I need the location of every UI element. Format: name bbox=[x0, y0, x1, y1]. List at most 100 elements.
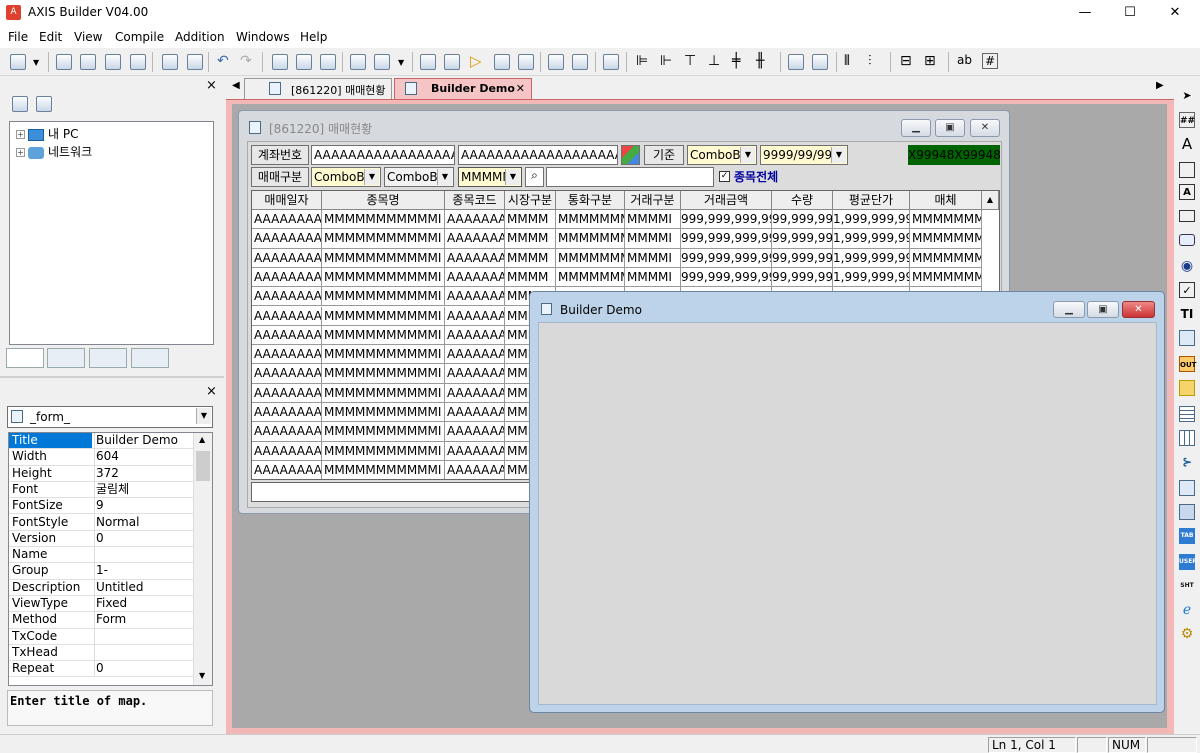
grid-cell[interactable]: AAAAAAAAA bbox=[252, 441, 322, 461]
tab-861220[interactable]: [861220] 매매현황 bbox=[244, 78, 392, 99]
grid-cell[interactable]: MMMMMMMMMMMI bbox=[322, 248, 445, 268]
grid-cell[interactable]: MMMMMMMMMMMI bbox=[322, 267, 445, 288]
run-icon[interactable]: ▷ bbox=[470, 52, 482, 70]
open-book-icon[interactable] bbox=[374, 54, 390, 70]
settings-tool-icon[interactable]: ⚙ bbox=[1179, 626, 1195, 642]
grid-cell[interactable]: MMMMMMMMMMMI bbox=[322, 460, 445, 479]
demo-minimize-button[interactable]: ▁ bbox=[1053, 301, 1085, 318]
close-panel-icon[interactable]: × bbox=[206, 78, 217, 93]
property-value[interactable] bbox=[94, 628, 96, 645]
property-row[interactable]: ViewType Fixed bbox=[9, 596, 195, 613]
property-row[interactable]: Version 0 bbox=[9, 530, 195, 548]
account-name-field[interactable]: AAAAAAAAAAAAAAAAAAAAA bbox=[458, 145, 618, 165]
grid-toggle-icon[interactable]: # bbox=[982, 53, 999, 69]
grid-cell[interactable]: AAAAAAAAA bbox=[252, 364, 322, 384]
demo-restore-button[interactable]: ▣ bbox=[1087, 301, 1119, 318]
grid-cell[interactable]: 1,999,999,999 bbox=[833, 248, 910, 268]
grid-cell[interactable]: 99,999,999 bbox=[772, 210, 833, 230]
grid-cell[interactable]: MMMMMMMMMMMI bbox=[322, 229, 445, 249]
property-value[interactable]: 0 bbox=[94, 661, 104, 678]
grid-cell[interactable]: AAAAAAAAA bbox=[252, 383, 322, 403]
grid-header[interactable]: 매체 bbox=[910, 191, 982, 210]
grid-cell[interactable]: MMMMMMMMMMMI bbox=[322, 325, 445, 346]
close-properties-icon[interactable]: × bbox=[206, 384, 217, 399]
grid-header[interactable]: 시장구분 bbox=[505, 191, 556, 210]
scroll-up-icon[interactable]: ▲ bbox=[199, 435, 205, 444]
grid-cell[interactable]: MMMM bbox=[505, 267, 556, 288]
grid-cell[interactable]: MMMMMMMMMMMI bbox=[322, 441, 445, 461]
chevron-down-icon[interactable]: ▼ bbox=[831, 147, 846, 163]
grid-cell[interactable]: MMMMMMMMMMMI bbox=[322, 403, 445, 423]
new-file-icon[interactable] bbox=[10, 54, 26, 70]
panel-tab-computer[interactable] bbox=[47, 348, 85, 368]
grid-header[interactable]: 거래구분 bbox=[625, 191, 681, 210]
grid-cell[interactable]: 99,999,999 bbox=[772, 248, 833, 268]
demo-form-client[interactable] bbox=[538, 322, 1157, 705]
tab-builder-demo[interactable]: Builder Demo ✕ bbox=[394, 78, 532, 99]
builder-demo-window[interactable]: Builder Demo ▁ ▣ ✕ bbox=[529, 291, 1165, 713]
minimize-button[interactable]: — bbox=[1062, 0, 1108, 26]
menu-addition[interactable]: Addition bbox=[175, 30, 225, 44]
find-icon[interactable] bbox=[162, 54, 178, 70]
property-row[interactable]: Title Builder Demo bbox=[9, 433, 195, 450]
grid-cell[interactable]: AAAAAAAAA bbox=[252, 345, 322, 365]
property-scrollbar[interactable]: ▲ ▼ bbox=[193, 433, 212, 685]
text-input-icon[interactable]: TI bbox=[1179, 306, 1195, 322]
chevron-down-icon[interactable]: ▼ bbox=[740, 147, 755, 163]
menu-view[interactable]: View bbox=[74, 30, 102, 44]
grid-cell[interactable]: AAAAAAAAA bbox=[252, 325, 322, 346]
panel-tool-icon[interactable] bbox=[1179, 210, 1195, 222]
close-button[interactable]: ✕ bbox=[1152, 0, 1198, 26]
edit-object-icon[interactable] bbox=[320, 54, 336, 70]
expand-icon[interactable]: + bbox=[16, 130, 25, 139]
chevron-down-icon[interactable]: ▼ bbox=[505, 169, 520, 185]
property-row[interactable]: TxCode bbox=[9, 628, 195, 645]
undo-icon[interactable]: ↶ bbox=[217, 53, 229, 69]
label-tool-icon[interactable]: A bbox=[1179, 136, 1195, 152]
tab-order-icon[interactable]: ab bbox=[957, 53, 972, 67]
center-vertical-icon[interactable]: ╪ bbox=[732, 53, 740, 69]
grid-cell[interactable]: 1,999,999,999 bbox=[833, 210, 910, 230]
align-bottom-icon[interactable]: ⊥ bbox=[708, 53, 720, 69]
same-size-icon[interactable] bbox=[812, 54, 828, 70]
property-row[interactable]: Description Untitled bbox=[9, 579, 195, 596]
grid-cell[interactable]: MMMMI bbox=[625, 210, 681, 230]
property-value[interactable]: 604 bbox=[94, 449, 119, 466]
align-right-icon[interactable]: ⊩ bbox=[660, 53, 672, 69]
grid-cell[interactable]: MMMMMMMMMMMI bbox=[322, 383, 445, 403]
tree-item-my-pc[interactable]: + 내 PC bbox=[16, 125, 78, 142]
grid-header[interactable]: 종목코드 bbox=[445, 191, 505, 210]
property-row[interactable]: Repeat 0 bbox=[9, 661, 195, 678]
grid-cell[interactable]: AAAAAAAAA bbox=[252, 306, 322, 326]
copy-icon[interactable] bbox=[548, 54, 564, 70]
property-grid[interactable]: Title Builder Demo Width 604 Height 372 Font 굴림… bbox=[8, 432, 213, 686]
grid-cell[interactable]: MMMMMMMMMMMI bbox=[322, 345, 445, 365]
grid-cell[interactable]: MMMMMMM bbox=[556, 210, 625, 230]
tab-scroll-right-icon[interactable]: ▶ bbox=[1156, 80, 1164, 91]
replace-icon[interactable] bbox=[187, 54, 203, 70]
grid-cell[interactable]: MMMMI bbox=[625, 248, 681, 268]
grid-cell[interactable]: AAAAAAAAA bbox=[252, 403, 322, 423]
output-tool-icon[interactable]: OUT bbox=[1179, 356, 1196, 372]
grid-cell[interactable]: MMMM bbox=[505, 248, 556, 268]
chart-icon[interactable] bbox=[296, 54, 312, 70]
grid-cell[interactable]: AAAAAAAA bbox=[445, 248, 505, 268]
grid-cell[interactable]: MMMM bbox=[505, 210, 556, 230]
grid-cell[interactable]: 1,999,999,999 bbox=[833, 267, 910, 288]
chevron-down-icon[interactable]: ▼ bbox=[196, 408, 211, 424]
tab-scroll-left-icon[interactable]: ◀ bbox=[232, 80, 240, 91]
center-in-form-v-icon[interactable]: ⊞ bbox=[924, 53, 936, 69]
grid-cell[interactable]: AAAAAAAAA bbox=[252, 267, 322, 288]
grid-cell[interactable]: 1,999,999,999 bbox=[833, 229, 910, 249]
memo-tool-icon[interactable] bbox=[1179, 380, 1195, 396]
all-stocks-checkbox[interactable]: ✓ bbox=[719, 171, 730, 182]
redo-icon[interactable]: ↷ bbox=[240, 53, 252, 69]
property-row[interactable]: Width 604 bbox=[9, 449, 195, 466]
scroll-thumb[interactable] bbox=[196, 451, 210, 481]
grid-header[interactable]: 수량 bbox=[772, 191, 833, 210]
scroll-up-icon[interactable]: ▲ bbox=[982, 191, 999, 210]
property-row[interactable]: Height 372 bbox=[9, 465, 195, 482]
panel-tab-objects[interactable] bbox=[89, 348, 127, 368]
object-selector[interactable]: _form_ ▼ bbox=[7, 406, 213, 428]
menu-compile[interactable]: Compile bbox=[115, 30, 164, 44]
